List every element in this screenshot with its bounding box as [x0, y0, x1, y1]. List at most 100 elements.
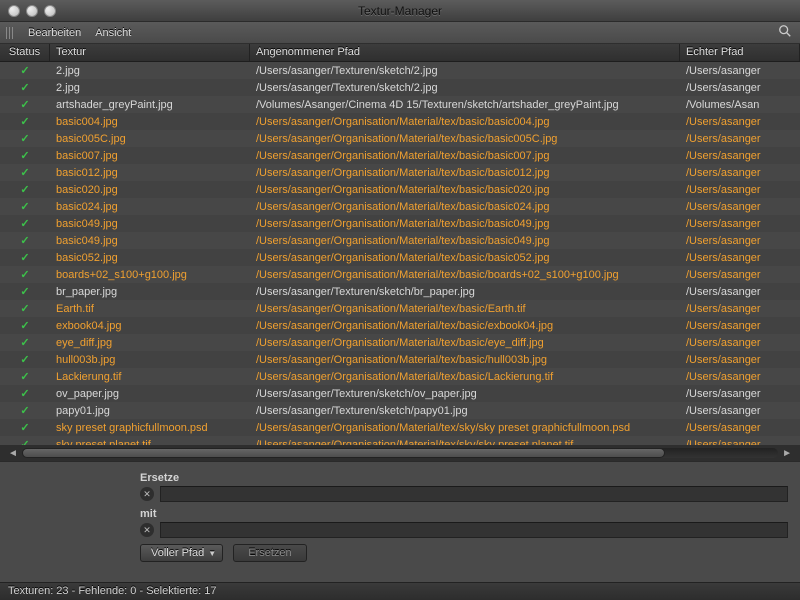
texture-name-cell: hull003b.jpg: [50, 353, 250, 367]
checkmark-icon: ✓: [20, 65, 29, 77]
assumed-path-cell: /Users/asanger/Organisation/Material/tex…: [250, 251, 680, 265]
table-row[interactable]: ✓basic052.jpg/Users/asanger/Organisation…: [0, 249, 800, 266]
table-row[interactable]: ✓papy01.jpg/Users/asanger/Texturen/sketc…: [0, 402, 800, 419]
replace-input[interactable]: [160, 486, 788, 502]
replace-button[interactable]: Ersetzen: [233, 544, 306, 562]
table-row[interactable]: ✓basic005C.jpg/Users/asanger/Organisatio…: [0, 130, 800, 147]
checkmark-icon: ✓: [20, 235, 29, 247]
texture-name-cell: boards+02_s100+g100.jpg: [50, 268, 250, 282]
with-input[interactable]: [160, 522, 788, 538]
texture-name-cell: basic049.jpg: [50, 234, 250, 248]
table-row[interactable]: ✓Lackierung.tif/Users/asanger/Organisati…: [0, 368, 800, 385]
status-cell: ✓: [0, 386, 50, 401]
table-row[interactable]: ✓exbook04.jpg/Users/asanger/Organisation…: [0, 317, 800, 334]
checkmark-icon: ✓: [20, 303, 29, 315]
texture-name-cell: 2.jpg: [50, 81, 250, 95]
table-row[interactable]: ✓ov_paper.jpg/Users/asanger/Texturen/ske…: [0, 385, 800, 402]
real-path-cell: /Users/asanger: [680, 319, 800, 333]
checkmark-icon: ✓: [20, 201, 29, 213]
window-titlebar: Textur-Manager: [0, 0, 800, 22]
status-cell: ✓: [0, 437, 50, 445]
table-row[interactable]: ✓ basic004.jpg/Users/asanger/Organisation…: [0, 113, 800, 130]
column-header-pfad[interactable]: Angenommener Pfad: [250, 44, 680, 61]
table-row[interactable]: ✓basic049.jpg/Users/asanger/Organisation…: [0, 232, 800, 249]
menu-bar: Bearbeiten Ansicht: [0, 22, 800, 44]
table-row[interactable]: ✓basic049.jpg/Users/asanger/Organisation…: [0, 215, 800, 232]
column-header-status[interactable]: Status: [0, 44, 50, 61]
table-row[interactable]: ✓sky preset planet.tif/Users/asanger/Org…: [0, 436, 800, 445]
texture-name-cell: basic012.jpg: [50, 166, 250, 180]
status-cell: ✓: [0, 369, 50, 384]
assumed-path-cell: /Users/asanger/Organisation/Material/tex…: [250, 200, 680, 214]
checkmark-icon: ✓: [20, 116, 29, 128]
status-cell: ✓: [0, 63, 50, 78]
table-body[interactable]: ✓2.jpg/Users/asanger/Texturen/sketch/2.j…: [0, 62, 800, 445]
texture-name-cell: basic004.jpg: [50, 115, 250, 129]
clear-replace-icon[interactable]: ✕: [140, 487, 154, 501]
texture-name-cell: basic052.jpg: [50, 251, 250, 265]
horizontal-scrollbar[interactable]: ◄ ►: [0, 445, 800, 461]
table-row[interactable]: ✓eye_diff.jpg/Users/asanger/Organisation…: [0, 334, 800, 351]
real-path-cell: /Users/asanger: [680, 200, 800, 214]
table-row[interactable]: ✓hull003b.jpg/Users/asanger/Organisation…: [0, 351, 800, 368]
table-row[interactable]: ✓Earth.tif/Users/asanger/Organisation/Ma…: [0, 300, 800, 317]
checkmark-icon: ✓: [20, 167, 29, 179]
scrollbar-thumb[interactable]: [22, 448, 665, 458]
checkmark-icon: ✓: [20, 133, 29, 145]
column-header-textur[interactable]: Textur: [50, 44, 250, 61]
status-cell: ✓: [0, 182, 50, 197]
table-row[interactable]: ✓basic007.jpg/Users/asanger/Organisation…: [0, 147, 800, 164]
search-icon[interactable]: [778, 24, 794, 41]
scroll-left-icon[interactable]: ◄: [4, 448, 22, 459]
real-path-cell: /Users/asanger: [680, 336, 800, 350]
texture-name-cell: sky preset graphicfullmoon.psd: [50, 421, 250, 435]
table-row[interactable]: ✓boards+02_s100+g100.jpg/Users/asanger/O…: [0, 266, 800, 283]
status-cell: ✓: [0, 403, 50, 418]
assumed-path-cell: /Users/asanger/Organisation/Material/tex…: [250, 268, 680, 282]
table-row[interactable]: ✓ basic024.jpg/Users/asanger/Organisation…: [0, 198, 800, 215]
menu-view[interactable]: Ansicht: [95, 27, 131, 39]
status-cell: ✓: [0, 80, 50, 95]
menu-edit[interactable]: Bearbeiten: [28, 27, 81, 39]
with-label: mit: [140, 508, 788, 520]
scrollbar-track[interactable]: [22, 448, 778, 458]
scroll-right-icon[interactable]: ►: [778, 448, 796, 459]
checkmark-icon: ✓: [20, 388, 29, 400]
assumed-path-cell: /Users/asanger/Organisation/Material/tex…: [250, 115, 680, 129]
path-mode-dropdown[interactable]: Voller Pfad ▼: [140, 544, 223, 562]
checkmark-icon: ✓: [20, 320, 29, 332]
texture-name-cell: basic024.jpg: [50, 200, 250, 214]
clear-with-icon[interactable]: ✕: [140, 523, 154, 537]
real-path-cell: /Users/asanger: [680, 115, 800, 129]
checkmark-icon: ✓: [20, 82, 29, 94]
status-cell: ✓: [0, 216, 50, 231]
replace-label: Ersetze: [140, 472, 788, 484]
real-path-cell: /Users/asanger: [680, 404, 800, 418]
status-cell: ✓: [0, 318, 50, 333]
table-row[interactable]: ✓basic020.jpg/Users/asanger/Organisation…: [0, 181, 800, 198]
assumed-path-cell: /Users/asanger/Organisation/Material/tex…: [250, 319, 680, 333]
real-path-cell: /Users/asanger: [680, 166, 800, 180]
checkmark-icon: ✓: [20, 218, 29, 230]
table-header: Status Textur Angenommener Pfad Echter P…: [0, 44, 800, 62]
table-row[interactable]: ✓artshader_greyPaint.jpg/Volumes/Asanger…: [0, 96, 800, 113]
assumed-path-cell: /Volumes/Asanger/Cinema 4D 15/Texturen/s…: [250, 98, 680, 112]
texture-name-cell: Earth.tif: [50, 302, 250, 316]
real-path-cell: /Users/asanger: [680, 421, 800, 435]
texture-name-cell: eye_diff.jpg: [50, 336, 250, 350]
texture-name-cell: ov_paper.jpg: [50, 387, 250, 401]
table-row[interactable]: ✓sky preset graphicfullmoon.psd/Users/as…: [0, 419, 800, 436]
real-path-cell: /Users/asanger: [680, 387, 800, 401]
table-row[interactable]: ✓br_paper.jpg/Users/asanger/Texturen/ske…: [0, 283, 800, 300]
checkmark-icon: ✓: [20, 337, 29, 349]
dropdown-label: Voller Pfad: [151, 547, 204, 559]
table-row[interactable]: ✓2.jpg/Users/asanger/Texturen/sketch/2.j…: [0, 79, 800, 96]
menu-grip-icon[interactable]: [6, 27, 14, 39]
assumed-path-cell: /Users/asanger/Organisation/Material/tex…: [250, 183, 680, 197]
assumed-path-cell: /Users/asanger/Organisation/Material/tex…: [250, 370, 680, 384]
checkmark-icon: ✓: [20, 286, 29, 298]
column-header-echt[interactable]: Echter Pfad: [680, 44, 800, 61]
table-row[interactable]: ✓2.jpg/Users/asanger/Texturen/sketch/2.j…: [0, 62, 800, 79]
texture-name-cell: Lackierung.tif: [50, 370, 250, 384]
table-row[interactable]: ✓basic012.jpg/Users/asanger/Organisation…: [0, 164, 800, 181]
